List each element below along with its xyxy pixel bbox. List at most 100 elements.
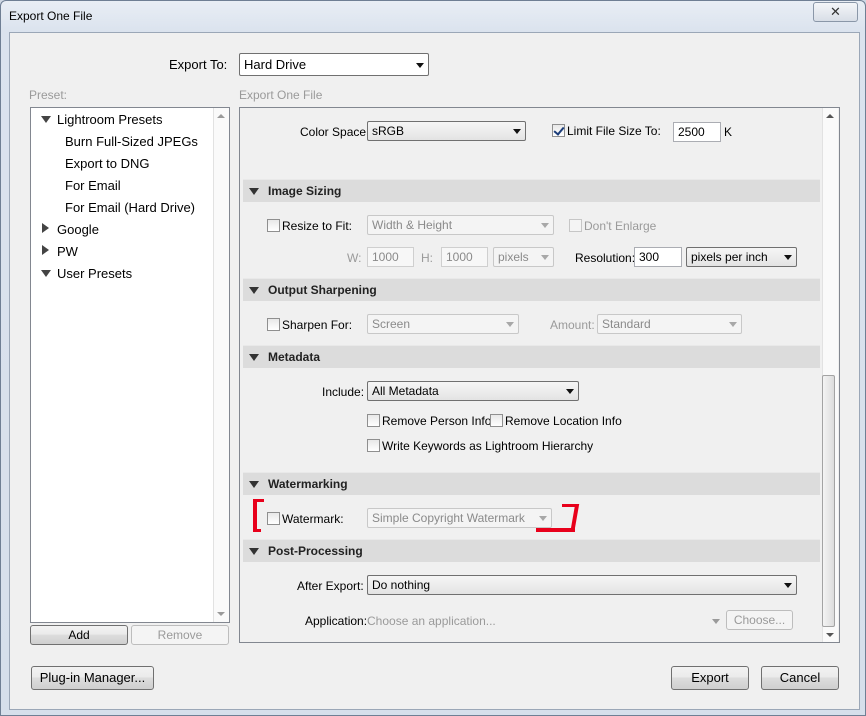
sharpen-for-dropdown[interactable]: Screen <box>367 314 519 334</box>
write-keywords-checkbox[interactable] <box>367 439 380 452</box>
close-button[interactable]: ✕ <box>813 2 858 22</box>
chevron-down-icon <box>541 223 549 228</box>
post-processing-header[interactable]: Post-Processing <box>243 539 820 562</box>
sharpen-for-checkbox[interactable] <box>267 318 280 331</box>
resolution-input[interactable]: 300 <box>634 247 682 267</box>
after-export-label: After Export: <box>297 579 364 593</box>
chevron-down-icon <box>729 322 737 327</box>
amount-label: Amount: <box>550 318 595 332</box>
tree-item-pw[interactable]: PW <box>57 244 78 259</box>
limit-file-size-checkbox[interactable] <box>552 124 565 137</box>
collapse-triangle-icon[interactable] <box>42 245 49 255</box>
dont-enlarge-checkbox[interactable] <box>569 219 582 232</box>
chevron-down-icon <box>513 129 521 134</box>
height-label: H: <box>421 251 433 265</box>
watermarking-title: Watermarking <box>268 477 348 491</box>
choose-application-button[interactable]: Choose... <box>726 610 793 630</box>
section-triangle-icon <box>249 354 259 361</box>
after-export-dropdown[interactable]: Do nothing <box>367 575 797 595</box>
settings-scroll-thumb[interactable] <box>822 375 835 627</box>
chevron-down-icon <box>784 255 792 260</box>
resize-to-fit-label: Resize to Fit: <box>282 219 353 233</box>
export-to-value: Hard Drive <box>244 57 307 72</box>
include-label: Include: <box>322 385 365 399</box>
watermark-label: Watermark: <box>282 512 344 526</box>
size-unit-dropdown[interactable]: pixels <box>493 247 554 267</box>
section-triangle-icon <box>249 481 259 488</box>
title-bar: Export One File ✕ <box>1 1 865 31</box>
tree-item-export-to-dng[interactable]: Export to DNG <box>65 156 150 171</box>
add-preset-button[interactable]: Add <box>30 625 128 645</box>
after-export-value: Do nothing <box>372 578 431 592</box>
watermark-value: Simple Copyright Watermark <box>372 511 525 525</box>
remove-person-info-checkbox[interactable] <box>367 414 380 427</box>
amount-dropdown[interactable]: Standard <box>597 314 742 334</box>
include-value: All Metadata <box>372 384 439 398</box>
scroll-down-icon[interactable] <box>826 633 834 637</box>
include-dropdown[interactable]: All Metadata <box>367 381 579 401</box>
settings-panel: Color Space: sRGB Limit File Size To: 25… <box>239 107 840 643</box>
tree-item-burn-full-sized-jpegs[interactable]: Burn Full-Sized JPEGs <box>65 134 198 149</box>
resize-mode-value: Width & Height <box>372 218 453 232</box>
resolution-unit-dropdown[interactable]: pixels per inch <box>686 247 797 267</box>
watermarking-header[interactable]: Watermarking <box>243 472 820 495</box>
scroll-down-icon[interactable] <box>217 612 225 616</box>
watermark-checkbox[interactable] <box>267 512 280 525</box>
preset-label: Preset: <box>29 88 68 102</box>
image-sizing-header[interactable]: Image Sizing <box>243 179 820 202</box>
post-processing-title: Post-Processing <box>268 544 363 558</box>
dont-enlarge-label: Don't Enlarge <box>584 219 657 233</box>
tree-item-for-email-hard-drive[interactable]: For Email (Hard Drive) <box>65 200 195 215</box>
section-triangle-icon <box>249 188 259 195</box>
cancel-button[interactable]: Cancel <box>761 666 839 690</box>
tree-item-for-email[interactable]: For Email <box>65 178 121 193</box>
sharpen-for-label: Sharpen For: <box>282 318 353 332</box>
scroll-up-icon[interactable] <box>826 114 834 118</box>
remove-location-info-label: Remove Location Info <box>505 414 622 428</box>
expand-triangle-icon[interactable] <box>41 270 51 277</box>
remove-preset-button[interactable]: Remove <box>131 625 229 645</box>
plugin-manager-button[interactable]: Plug-in Manager... <box>31 666 154 690</box>
width-input[interactable]: 1000 <box>367 247 414 267</box>
export-button[interactable]: Export <box>671 666 749 690</box>
metadata-header[interactable]: Metadata <box>243 345 820 368</box>
application-label: Application: <box>305 614 368 628</box>
remove-location-info-checkbox[interactable] <box>490 414 503 427</box>
color-space-value: sRGB <box>372 124 405 138</box>
resize-mode-dropdown[interactable]: Width & Height <box>367 215 554 235</box>
export-to-label: Export To: <box>169 57 228 72</box>
section-triangle-icon <box>249 548 259 555</box>
amount-value: Standard <box>602 317 651 331</box>
preset-tree[interactable]: Lightroom Presets Burn Full-Sized JPEGs … <box>30 107 230 623</box>
resize-to-fit-checkbox[interactable] <box>267 219 280 232</box>
chevron-down-icon <box>506 322 514 327</box>
preset-scrollbar[interactable] <box>213 108 229 622</box>
chevron-down-icon[interactable] <box>712 619 720 624</box>
application-placeholder[interactable]: Choose an application... <box>367 614 496 628</box>
dialog-body: Export To: Hard Drive Preset: Export One… <box>9 32 860 710</box>
output-sharpening-header[interactable]: Output Sharpening <box>243 278 820 301</box>
limit-file-size-label: Limit File Size To: <box>567 124 661 138</box>
limit-file-size-unit: K <box>724 125 733 139</box>
scroll-up-icon[interactable] <box>217 114 225 118</box>
color-space-dropdown[interactable]: sRGB <box>367 121 526 141</box>
write-keywords-label: Write Keywords as Lightroom Hierarchy <box>382 439 594 453</box>
tree-item-google[interactable]: Google <box>57 222 99 237</box>
watermark-dropdown[interactable]: Simple Copyright Watermark <box>367 508 552 528</box>
width-label: W: <box>347 251 362 265</box>
settings-caption: Export One File <box>239 88 323 102</box>
sharpen-for-value: Screen <box>372 317 411 331</box>
tree-item-lightroom-presets[interactable]: Lightroom Presets <box>57 112 163 127</box>
close-icon: ✕ <box>830 4 841 19</box>
chevron-down-icon <box>539 516 547 521</box>
remove-person-info-label: Remove Person Info <box>382 414 492 428</box>
tree-item-user-presets[interactable]: User Presets <box>57 266 132 281</box>
height-input[interactable]: 1000 <box>441 247 488 267</box>
limit-file-size-input[interactable]: 2500 <box>673 122 721 142</box>
resolution-label: Resolution: <box>575 251 636 265</box>
collapse-triangle-icon[interactable] <box>42 223 49 233</box>
expand-triangle-icon[interactable] <box>41 116 51 123</box>
color-space-label: Color Space: <box>300 125 370 139</box>
export-to-dropdown[interactable]: Hard Drive <box>239 53 429 76</box>
size-unit-value: pixels <box>498 250 529 264</box>
